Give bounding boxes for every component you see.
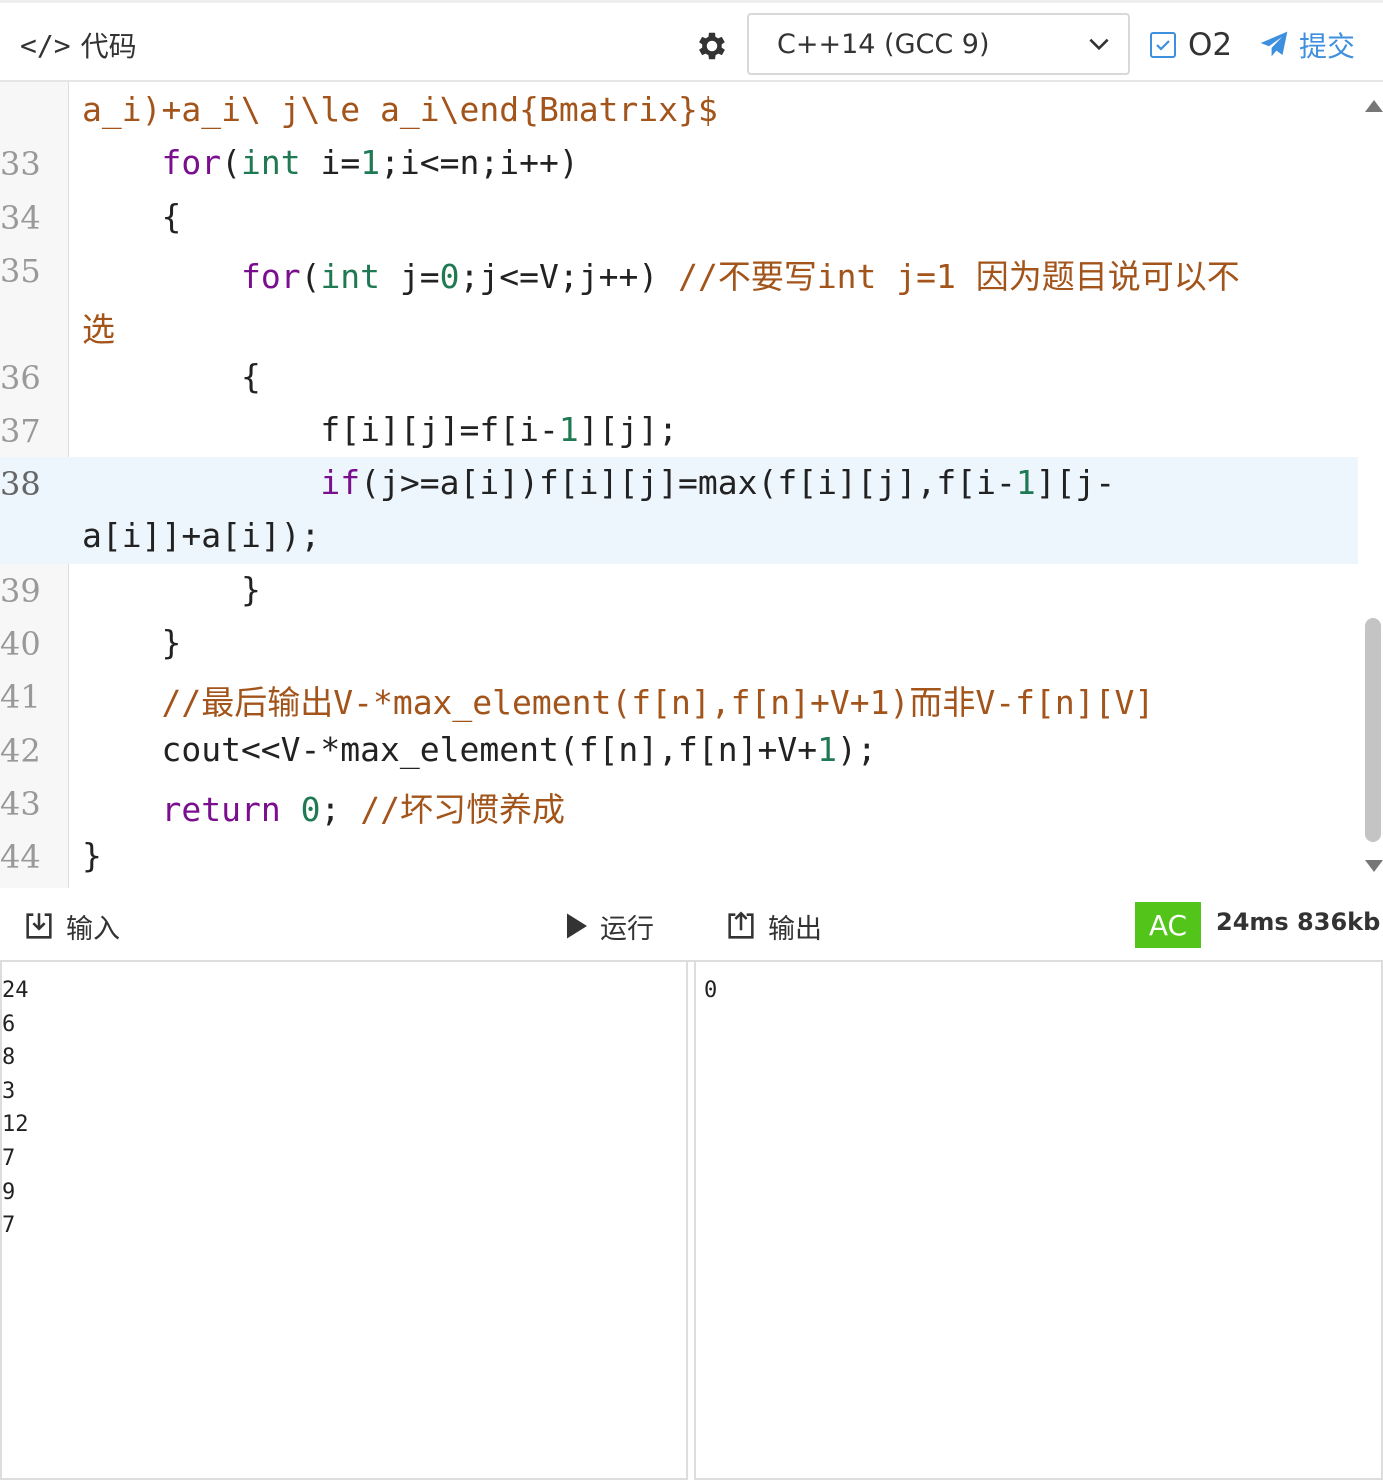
code-line[interactable]: 41 //最后输出V-*max_element(f[n],f[n]+V+1)而非… [0,670,1358,723]
code-text: } [82,569,261,609]
submit-button[interactable]: 提交 [1257,25,1355,65]
line-number: 33 [0,145,41,184]
code-line[interactable]: 39 } [0,564,1358,617]
code-text: { [82,196,182,236]
download-icon [26,913,52,939]
line-number: 35 [0,251,41,290]
run-stats: 24ms 836kb [1216,908,1381,936]
code-text: a_i)+a_i\ j\le a_i\end{Bmatrix}$ [82,90,718,129]
status-badge: AC [1135,902,1201,948]
code-text: f[i][j]=f[i-1][j]; [82,409,679,449]
line-number: 42 [0,731,41,770]
run-label: 运行 [600,913,654,945]
code-icon: </> [20,28,71,62]
scrollbar-thumb[interactable] [1365,618,1381,842]
code-text: if(j>=a[i])f[i][j]=max(f[i][j],f[i-1][j- [320,463,1116,503]
code-line[interactable]: 38 if(j>=a[i])f[i][j]=max(f[i][j],f[i-1]… [0,457,1358,511]
code-line[interactable]: a[i]]+a[i]); [0,510,1358,564]
line-number: 37 [0,411,41,450]
chevron-down-icon [1089,38,1109,51]
code-text: for(int i=1;i<=n;i++) [161,143,579,183]
o2-label: O2 [1188,27,1233,63]
code-line[interactable]: 37 f[i][j]=f[i-1][j]; [0,404,1358,457]
line-number: 43 [0,784,41,823]
line-number: 40 [0,625,41,663]
editor-toolbar: </> 代码 C++14 (GCC 9) O2 提交 [0,0,1383,82]
line-number: 38 [0,465,41,504]
line-number: 44 [0,838,41,877]
code-tab-label: 代码 [80,30,137,63]
code-line[interactable]: 44} [0,830,1358,883]
paper-plane-icon [1260,31,1288,57]
line-number: 36 [0,358,41,397]
code-text: a[i]]+a[i]); [82,516,321,556]
language-select-value: C++14 (GCC 9) [777,28,990,60]
code-line[interactable]: 36 { [0,351,1358,404]
code-text: return 0; //坏习惯养成 [161,789,565,829]
code-line[interactable]: 40 } [0,617,1358,670]
gear-icon[interactable] [694,28,730,64]
line-number: 41 [0,678,41,717]
code-text: { [82,356,261,396]
scroll-up-arrow-icon[interactable] [1365,100,1383,112]
code-text: cout<<V-*max_element(f[n],f[n]+V+1); [82,729,877,769]
submit-label: 提交 [1299,30,1356,63]
upload-icon [728,911,754,939]
input-tab[interactable]: 输入 [22,906,120,946]
code-text: 选 [82,310,115,350]
editor-scrollbar[interactable] [1359,82,1383,888]
run-button[interactable]: 运行 [564,906,654,946]
code-text: } [82,836,102,876]
code-tab[interactable]: </> 代码 [20,25,137,65]
code-line[interactable]: 35 for(int j=0;j<=V;j++) //不要写int j=1 因为… [0,244,1358,297]
code-line[interactable]: 43 return 0; //坏习惯养成 [0,777,1358,830]
o2-toggle[interactable]: O2 [1150,25,1232,65]
scroll-down-arrow-icon[interactable] [1365,860,1383,872]
output-panel: 0 [694,960,1383,1480]
code-text: } [82,623,182,662]
output-tab[interactable]: 输出 [724,906,822,946]
code-line[interactable]: 33 for(int i=1;i<=n;i++) [0,137,1358,190]
output-text: 0 [704,978,718,1003]
code-editor[interactable]: a_i)+a_i\ j\le a_i\end{Bmatrix}$ 33 for(i… [0,82,1383,888]
input-panel[interactable]: 24 6 8 3 12 7 9 7 [0,960,688,1480]
line-number: 39 [0,571,41,610]
code-text: //最后输出V-*max_element(f[n],f[n]+V+1)而非V-f… [161,683,1155,723]
line-number: 34 [0,198,41,237]
input-textarea[interactable]: 24 6 8 3 12 7 9 7 [2,962,686,1243]
code-line[interactable]: 34 { [0,191,1358,244]
code-line[interactable]: 42 cout<<V-*max_element(f[n],f[n]+V+1); [0,724,1358,777]
input-label: 输入 [66,913,120,945]
play-icon [567,913,587,939]
code-line[interactable]: a_i)+a_i\ j\le a_i\end{Bmatrix}$ [0,84,1358,137]
code-text: for(int j=0;j<=V;j++) //不要写int j=1 因为题目说… [240,256,1240,296]
output-label: 输出 [768,913,822,945]
checkbox-icon[interactable] [1150,32,1176,58]
language-select[interactable]: C++14 (GCC 9) [747,13,1130,75]
code-line[interactable]: 选 [0,297,1358,350]
